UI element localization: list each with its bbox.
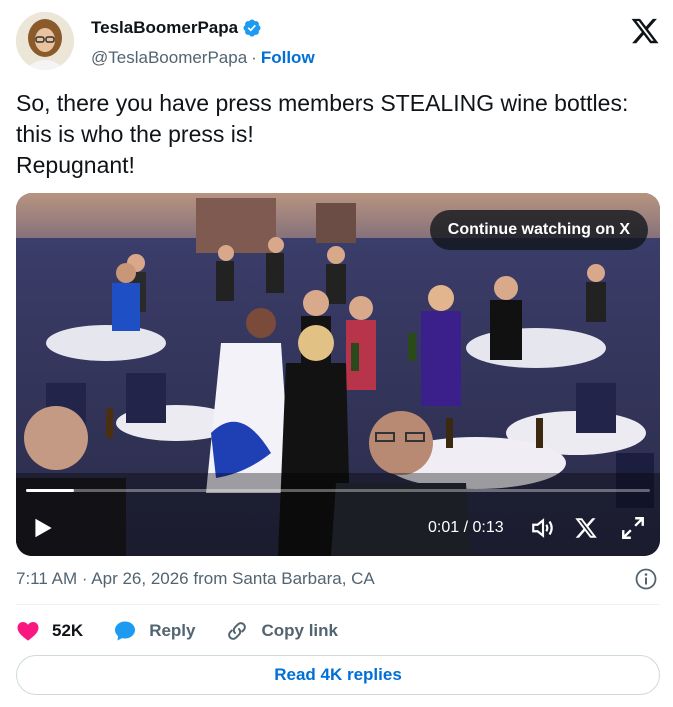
info-icon[interactable] [634,567,658,591]
like-button[interactable]: 52K [16,619,83,643]
read-replies-button[interactable]: Read 4K replies [16,655,660,695]
video-time: 0:01 / 0:13 [428,519,504,536]
verified-badge-icon [243,19,261,37]
x-logo-icon[interactable] [630,16,660,46]
display-name[interactable]: TeslaBoomerPapa [91,18,238,38]
action-bar: 52K Reply Copy link [16,617,368,645]
play-icon[interactable] [30,515,56,541]
continue-watching-button[interactable]: Continue watching on X [429,210,648,250]
volume-icon[interactable] [530,515,556,541]
reply-bubble-icon [115,621,136,641]
fullscreen-icon[interactable] [620,515,646,541]
link-icon [228,622,247,640]
reply-label: Reply [149,621,196,640]
copy-link-button[interactable]: Copy link [225,619,338,643]
tweet-text: So, there you have press members STEALIN… [16,90,629,178]
x-logo-icon[interactable] [574,516,598,540]
divider [16,604,660,605]
tweet-timestamp[interactable]: 7:11 AM · Apr 26, 2026 from Santa Barbar… [16,569,375,589]
reply-button[interactable]: Reply [113,619,195,643]
heart-icon [17,622,39,641]
handle[interactable]: @TeslaBoomerPapa [91,48,247,68]
follow-button[interactable]: Follow [261,48,315,68]
separator: · [251,48,257,67]
copy-link-label: Copy link [261,621,338,640]
video-progress-bar[interactable] [26,489,650,492]
tweet-header: TeslaBoomerPapa @TeslaBoomerPapa · Follo… [16,12,660,74]
like-count: 52K [52,621,84,640]
video-player[interactable]: Continue watching on X 0:01 / 0:13 [16,193,660,556]
avatar[interactable] [16,12,74,70]
avatar-image [16,12,74,70]
video-progress-fill [26,489,75,492]
